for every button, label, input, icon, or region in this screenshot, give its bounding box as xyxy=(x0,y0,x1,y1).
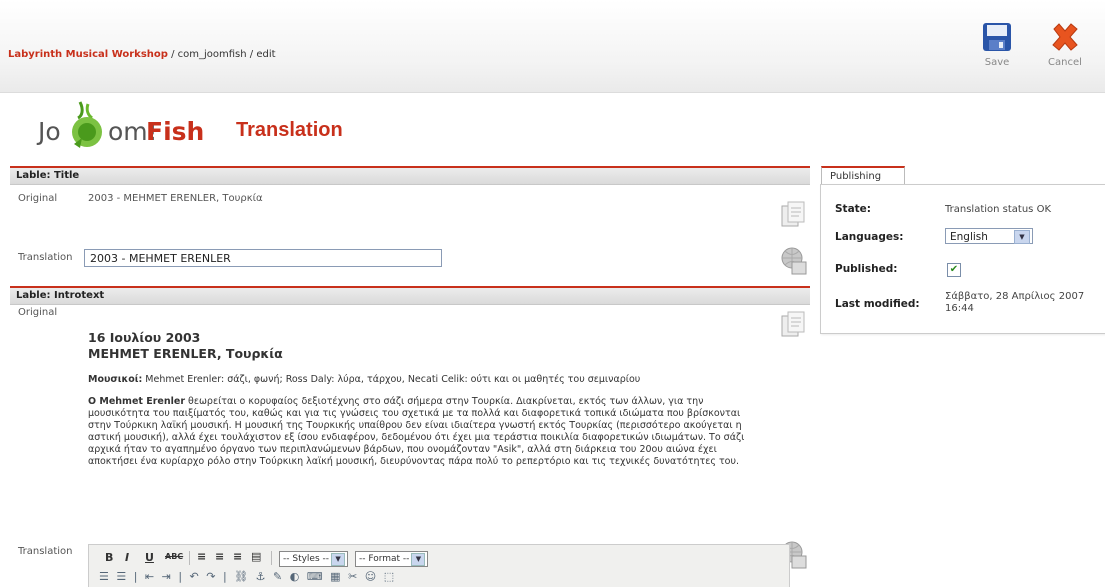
toolbar: Labyrinth Musical Workshop / com_joomfis… xyxy=(0,0,1105,93)
title-translation-input[interactable] xyxy=(84,249,442,267)
published-label: Published: xyxy=(835,263,898,275)
copy-original-icon[interactable] xyxy=(780,310,806,338)
floppy-disk-icon xyxy=(983,23,1011,51)
title-panel: Lable: Title Original 2003 - MEHMET EREN… xyxy=(10,166,810,287)
save-button[interactable]: Save xyxy=(973,20,1021,68)
published-checkbox[interactable]: ✔ xyxy=(947,263,961,277)
last-modified-date: Σάββατο, 28 Απρίλιος 2007 xyxy=(945,291,1085,302)
chevron-down-icon: ▼ xyxy=(1014,230,1030,244)
cancel-label: Cancel xyxy=(1048,57,1082,68)
translation-label: Translation xyxy=(18,546,73,557)
align-justify-icon[interactable]: ▤ xyxy=(251,550,261,563)
align-center-icon[interactable]: ≡ xyxy=(215,550,224,563)
original-label: Original xyxy=(18,307,58,318)
title-panel-heading: Lable: Title xyxy=(10,168,810,185)
publishing-panel: State: Translation status OK Languages: … xyxy=(820,184,1105,334)
italic-button[interactable]: I xyxy=(125,551,129,564)
breadcrumb-path: / com_joomfish / edit xyxy=(167,49,276,60)
chevron-down-icon: ▼ xyxy=(331,553,346,566)
styles-select[interactable]: -- Styles -- ▼ xyxy=(279,551,349,567)
last-modified-time: 16:44 xyxy=(945,303,974,314)
align-right-icon[interactable]: ≡ xyxy=(233,550,242,563)
breadcrumb: Labyrinth Musical Workshop / com_joomfis… xyxy=(8,49,276,60)
save-label: Save xyxy=(984,57,1010,68)
musicians-label: Μουσικοί: xyxy=(88,374,143,385)
logo-text-jo: Jo xyxy=(38,117,61,146)
toolbar-separator xyxy=(271,551,272,565)
languages-label: Languages: xyxy=(835,231,904,243)
breadcrumb-site-link[interactable]: Labyrinth Musical Workshop xyxy=(8,49,168,60)
last-modified-label: Last modified: xyxy=(835,298,920,310)
logo-text-fish: Fish xyxy=(146,117,205,146)
original-title-value: 2003 - MEHMET ERENLER, Τουρκία xyxy=(88,193,263,204)
cancel-x-icon xyxy=(1052,23,1078,51)
original-introtext: 16 Ιουλίου 2003 MEHMET ERENLER, Τουρκία … xyxy=(88,330,758,468)
underline-button[interactable]: U xyxy=(145,551,154,564)
paragraph-text: θεωρείται ο κορυφαίος δεξιοτέχνης στο σά… xyxy=(88,396,745,467)
styles-select-value: -- Styles -- xyxy=(283,554,330,564)
chevron-down-icon: ▼ xyxy=(411,553,426,566)
musicians-text: Mehmet Erenler: σάζι, φωνή; Ross Daly: λ… xyxy=(142,374,641,385)
original-label: Original xyxy=(18,193,58,204)
bold-button[interactable]: B xyxy=(105,551,113,564)
language-select[interactable]: English ▼ xyxy=(945,228,1033,244)
strikethrough-button[interactable]: ABC xyxy=(165,552,183,561)
paragraph-name: Ο Mehmet Erenler xyxy=(88,396,185,407)
toolbar-separator xyxy=(189,551,190,565)
cancel-button[interactable]: Cancel xyxy=(1041,20,1089,68)
align-left-icon[interactable]: ≡ xyxy=(197,550,206,563)
introtext-date: 16 Ιουλίου 2003 xyxy=(88,330,201,345)
format-select[interactable]: -- Format -- ▼ xyxy=(355,551,429,567)
musicians-line: Μουσικοί: Mehmet Erenler: σάζι, φωνή; Ro… xyxy=(88,374,758,386)
format-select-value: -- Format -- xyxy=(359,554,410,564)
tab-publishing[interactable]: Publishing xyxy=(821,166,905,184)
state-value: Translation status OK xyxy=(945,204,1052,215)
language-select-value: English xyxy=(950,231,988,243)
fish-logo-icon xyxy=(72,101,102,148)
introtext-name: MEHMET ERENLER, Τουρκία xyxy=(88,346,283,361)
editor-second-row-icons[interactable]: ☰ ☰ | ⇤ ⇥ | ↶ ↷ | ⛓ ⚓ ✎ ◐ ⌨ ▦ ✂ ☺ ⬚ xyxy=(99,570,396,583)
page-title: Translation xyxy=(236,119,343,141)
state-label: State: xyxy=(835,203,872,215)
translation-label: Translation xyxy=(18,252,73,263)
introtext-paragraph: Ο Mehmet Erenler θεωρείται ο κορυφαίος δ… xyxy=(88,396,758,468)
copy-original-icon[interactable] xyxy=(780,200,806,228)
translate-globe-icon[interactable] xyxy=(780,246,808,276)
wysiwyg-editor-toolbar: B I U ABC ≡ ≡ ≡ ▤ -- Styles -- ▼ -- Form… xyxy=(88,544,790,587)
introtext-panel-heading: Lable: Introtext xyxy=(10,288,810,305)
introtext-panel: Lable: Introtext Original 16 Ιουλίου 200… xyxy=(10,286,810,587)
